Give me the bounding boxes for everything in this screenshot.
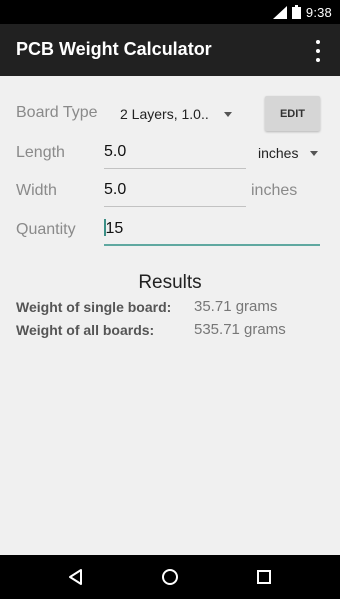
overflow-menu-icon[interactable]: [308, 40, 328, 62]
board-type-spinner[interactable]: 2 Layers, 1.0..: [112, 98, 242, 130]
chevron-down-icon: [224, 112, 232, 117]
status-icons: 9:38: [272, 4, 332, 20]
width-input[interactable]: 5.0: [104, 177, 246, 207]
signal-icon: [272, 5, 287, 19]
back-icon[interactable]: [64, 565, 88, 589]
length-unit-spinner[interactable]: inches: [252, 140, 322, 166]
app-bar: PCB Weight Calculator: [0, 24, 340, 76]
length-unit-value: inches: [258, 145, 299, 161]
recents-icon[interactable]: [252, 565, 276, 589]
chevron-down-icon: [310, 151, 318, 156]
single-weight-label: Weight of single board:: [16, 299, 172, 315]
app-title: PCB Weight Calculator: [16, 39, 212, 59]
all-weight-value: 535.71 grams: [194, 321, 286, 338]
quantity-value: 15: [105, 220, 124, 237]
board-type-label: Board Type: [16, 104, 98, 121]
navigation-bar: [0, 555, 340, 599]
width-label: Width: [16, 182, 57, 199]
status-bar: 9:38: [0, 0, 340, 24]
edit-button[interactable]: EDIT: [265, 96, 320, 131]
quantity-input[interactable]: 15: [104, 216, 320, 246]
home-icon[interactable]: [158, 565, 182, 589]
all-weight-label: Weight of all boards:: [16, 322, 155, 338]
quantity-label: Quantity: [16, 221, 76, 238]
width-unit: inches: [251, 182, 298, 199]
board-type-value: 2 Layers, 1.0..: [120, 106, 209, 122]
length-input[interactable]: 5.0: [104, 139, 246, 169]
results-title: Results: [138, 272, 202, 293]
length-label: Length: [16, 144, 65, 161]
single-weight-value: 35.71 grams: [194, 298, 278, 315]
status-time: 9:38: [305, 4, 332, 20]
battery-icon: [291, 5, 301, 19]
